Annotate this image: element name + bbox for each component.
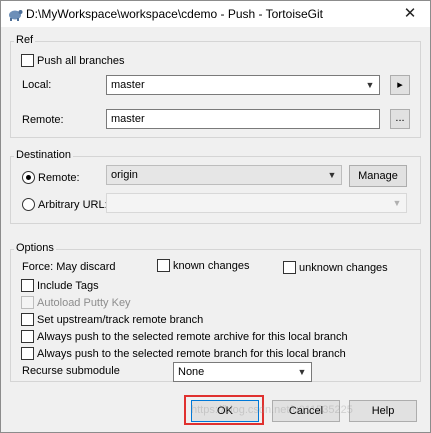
watermark: https://blog.csdn.net/u011535225 [191,404,353,416]
local-branch-browse-button[interactable]: ▸ [390,75,410,95]
manage-button[interactable]: Manage [349,165,407,187]
push-dialog: D:\MyWorkspace\workspace\cdemo - Push - … [0,0,431,433]
close-icon[interactable]: ✕ [398,4,422,24]
local-branch-combo[interactable]: master ▼ [106,75,380,95]
always-push-branch-checkbox[interactable] [21,347,34,360]
radio-selected-dot [26,175,31,180]
help-button[interactable]: Help [349,400,417,422]
chevron-down-icon: ▼ [297,367,307,377]
help-button-label: Help [371,405,395,417]
unknown-changes-label: unknown changes [299,262,388,274]
recurse-submodule-value: None [178,366,205,378]
recurse-submodule-label: Recurse submodule [22,365,120,377]
tortoisegit-icon [9,10,23,21]
local-label: Local: [22,79,52,91]
always-push-archive-label: Always push to the selected remote archi… [37,331,348,343]
unknown-changes-checkbox[interactable] [283,261,296,274]
chevron-down-icon: ▼ [392,198,402,208]
ellipsis-icon: ... [395,112,405,124]
options-legend: Options [14,242,56,254]
push-all-branches-label: Push all branches [37,55,125,67]
include-tags-label: Include Tags [37,280,99,292]
autoload-putty-label: Autoload Putty Key [37,297,131,309]
set-upstream-label: Set upstream/track remote branch [37,314,204,326]
include-tags-checkbox[interactable] [21,279,34,292]
chevron-down-icon: ▼ [327,170,337,180]
known-changes-label: known changes [173,260,250,272]
set-upstream-checkbox[interactable] [21,313,34,326]
arbitrary-url-label: Arbitrary URL: [38,199,108,211]
push-all-branches-checkbox[interactable] [21,54,34,67]
chevron-down-icon: ▼ [365,80,375,90]
destination-legend: Destination [14,149,74,161]
known-changes-checkbox[interactable] [157,259,170,272]
remote-branch-value: master [111,113,145,125]
destination-remote-combo[interactable]: origin ▼ [106,165,342,185]
remote-branch-browse-button[interactable]: ... [390,109,410,129]
always-push-archive-checkbox[interactable] [21,330,34,343]
ref-legend: Ref [14,34,36,46]
autoload-putty-checkbox[interactable] [21,296,34,309]
local-branch-value: master [111,79,145,91]
destination-remote-label: Remote: [38,172,80,184]
remote-radio[interactable] [22,171,35,184]
recurse-submodule-combo[interactable]: None ▼ [173,362,312,382]
always-push-branch-label: Always push to the selected remote branc… [37,348,346,360]
title-bar: D:\MyWorkspace\workspace\cdemo - Push - … [1,1,430,27]
force-label: Force: May discard [22,261,116,273]
destination-remote-value: origin [111,169,138,181]
play-icon: ▸ [397,79,403,91]
remote-branch-combo[interactable]: master [106,109,380,129]
arbitrary-url-radio[interactable] [22,198,35,211]
arbitrary-url-combo[interactable]: ▼ [106,193,407,213]
manage-button-label: Manage [358,170,398,182]
window-title: D:\MyWorkspace\workspace\cdemo - Push - … [26,7,323,21]
remote-label: Remote: [22,114,64,126]
